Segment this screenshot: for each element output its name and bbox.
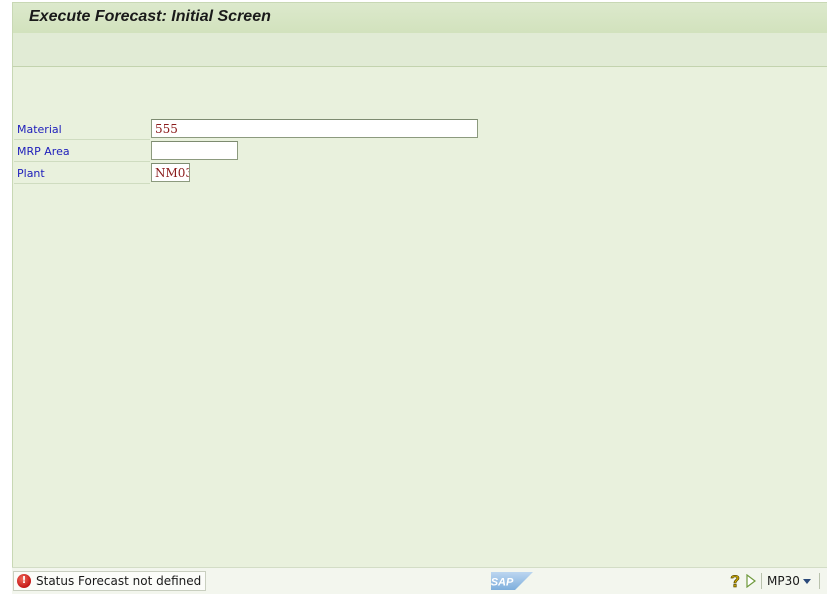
title-bar: Execute Forecast: Initial Screen <box>12 2 827 33</box>
application-toolbar <box>12 33 827 67</box>
error-icon: ! <box>17 574 31 588</box>
material-input[interactable] <box>151 119 478 138</box>
mrp-area-label: MRP Area <box>17 145 70 158</box>
plant-row: Plant <box>14 163 214 184</box>
material-label: Material <box>17 123 62 136</box>
status-divider <box>761 573 762 589</box>
sap-logo: SAP <box>491 572 533 590</box>
help-icon[interactable] <box>728 573 742 589</box>
label-divider <box>14 183 150 184</box>
plant-label: Plant <box>17 167 45 180</box>
sap-gui-window: Execute Forecast: Initial Screen Materia… <box>0 0 827 594</box>
chevron-down-icon[interactable] <box>803 579 811 584</box>
status-bar: ! Status Forecast not defined SAP MP30 <box>12 567 827 594</box>
status-message[interactable]: ! Status Forecast not defined <box>13 571 207 591</box>
sap-logo-text: SAP <box>491 577 514 589</box>
material-row: Material <box>14 119 484 140</box>
transaction-code[interactable]: MP30 <box>767 574 800 588</box>
status-message-text: Status Forecast not defined <box>36 574 202 588</box>
mrp-area-row: MRP Area <box>14 141 314 162</box>
label-divider <box>14 139 150 140</box>
status-divider <box>819 573 820 589</box>
mrp-area-input[interactable] <box>151 141 238 160</box>
expand-status-icon[interactable] <box>746 574 756 588</box>
label-divider <box>14 161 150 162</box>
screen-title: Execute Forecast: Initial Screen <box>29 8 271 25</box>
plant-input[interactable] <box>151 163 190 182</box>
